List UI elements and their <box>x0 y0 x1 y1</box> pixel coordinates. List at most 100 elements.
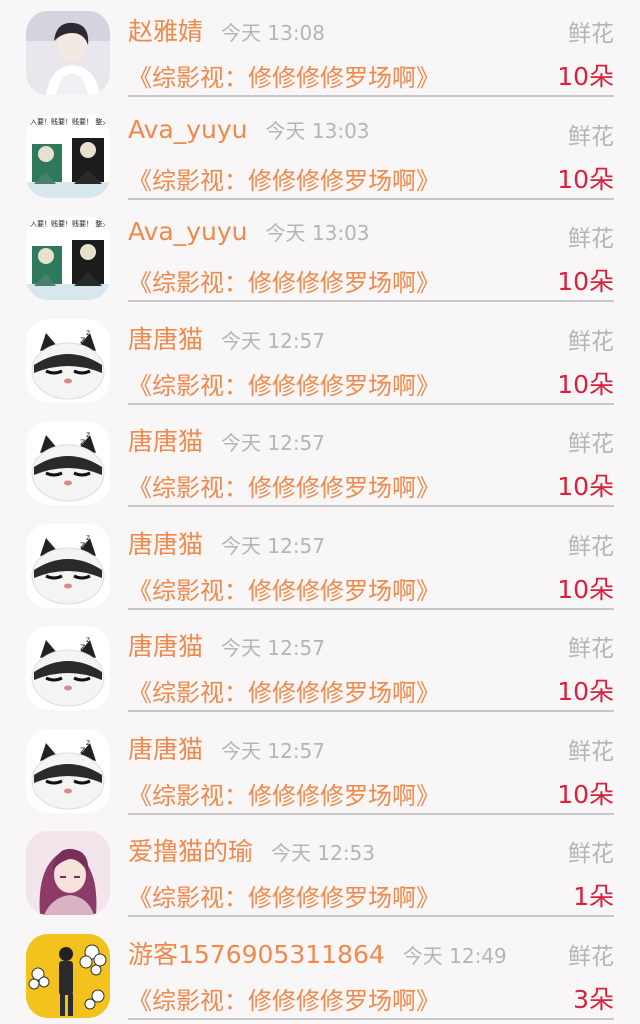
list-item[interactable]: z z 唐唐猫 今天 12:57 鲜花 《综影视：修修修修罗场啊》 10朵 <box>0 410 640 513</box>
list-item-content: 唐唐猫 今天 12:57 鲜花 《综影视：修修修修罗场啊》 10朵 <box>128 410 614 507</box>
list-item[interactable]: 赵雅婧 今天 13:08 鲜花 《综影视：修修修修罗场啊》 10朵 <box>0 0 640 103</box>
avatar[interactable]: z z <box>26 318 110 403</box>
list-item-content: 唐唐猫 今天 12:57 鲜花 《综影视：修修修修罗场啊》 10朵 <box>128 308 614 405</box>
timestamp: 今天 12:57 <box>221 431 326 455</box>
gift-count: 10朵 <box>557 779 614 809</box>
list-item-content: 爱撸猫的瑜 今天 12:53 鲜花 《综影视：修修修修罗场啊》 1朵 <box>128 820 614 917</box>
user-name[interactable]: 唐唐猫 今天 12:57 <box>128 730 325 766</box>
book-title[interactable]: 《综影视：修修修修罗场啊》 <box>128 58 440 93</box>
user-name[interactable]: 唐唐猫 今天 12:57 <box>128 422 325 458</box>
user-name[interactable]: 唐唐猫 今天 12:57 <box>128 627 325 663</box>
portrait-photo-icon <box>26 11 110 95</box>
user-name[interactable]: 赵雅婧 今天 13:08 <box>128 12 325 48</box>
user-name[interactable]: Ava_yuyu 今天 13:03 <box>128 115 370 144</box>
meme-comic-icon: 入要！贱要！贱要！ 整天就知道贱要 <box>26 113 110 198</box>
book-title[interactable]: 《综影视：修修修修罗场啊》 <box>128 161 440 196</box>
list-item[interactable]: z z 唐唐猫 今天 12:57 鲜花 《综影视：修修修修罗场啊》 10朵 <box>0 308 640 411</box>
avatar[interactable]: z z <box>26 626 110 710</box>
gift-type: 鲜花 <box>568 943 614 970</box>
gift-count: 3朵 <box>573 984 614 1014</box>
list-item[interactable]: 入要！贱要！贱要！ 整天就知道贱要 Ava_yuyu今天 13:03 鲜花 《综… <box>0 103 640 206</box>
list-item[interactable]: z z 唐唐猫 今天 12:57 鲜花 《综影视：修修修修罗场啊》 10朵 <box>0 615 640 718</box>
svg-text:z: z <box>86 738 90 747</box>
svg-text:z: z <box>80 540 85 551</box>
list-item[interactable]: 入要！贱要！贱要！ 整天就知道贱要 Ava_yuyu今天 13:03 鲜花 《综… <box>0 205 640 308</box>
gift-count: 10朵 <box>557 369 614 399</box>
anime-girl-icon <box>26 831 110 915</box>
sleepy-cat-icon: z z <box>26 318 110 403</box>
gift-type: 鲜花 <box>568 738 614 765</box>
book-title[interactable]: 《综影视：修修修修罗场啊》 <box>128 878 440 913</box>
timestamp: 今天 13:08 <box>221 21 326 45</box>
gift-type: 鲜花 <box>568 123 614 150</box>
svg-text:z: z <box>80 335 85 346</box>
gift-type: 鲜花 <box>568 21 614 47</box>
sleepy-cat-icon: z z <box>26 421 110 505</box>
book-title[interactable]: 《综影视：修修修修罗场啊》 <box>128 571 440 606</box>
gift-count: 10朵 <box>557 164 614 194</box>
gift-count: 10朵 <box>557 677 614 706</box>
list-item-content: 唐唐猫 今天 12:57 鲜花 《综影视：修修修修罗场啊》 10朵 <box>128 513 614 610</box>
timestamp: 今天 12:57 <box>221 328 326 353</box>
avatar[interactable]: 入要！贱要！贱要！ 整天就知道贱要 <box>26 113 110 198</box>
list-item-content: Ava_yuyu 今天 13:03 鲜花 《综影视：修修修修罗场啊》 10朵 <box>128 205 614 302</box>
meme-comic-icon: 入要！贱要！贱要！ 整天就知道贱要 <box>26 216 110 300</box>
user-name[interactable]: 唐唐猫 今天 12:57 <box>128 320 325 356</box>
gift-count: 10朵 <box>557 62 614 91</box>
gift-type: 鲜花 <box>568 636 614 662</box>
list-item[interactable]: z z 唐唐猫 今天 12:57 鲜花 《综影视：修修修修罗场啊》 10朵 <box>0 718 640 821</box>
list-item-content: 唐唐猫 今天 12:57 鲜花 《综影视：修修修修罗场啊》 10朵 <box>128 615 614 712</box>
svg-text:入要！贱要！贱要！ 整天就知道贱要: 入要！贱要！贱要！ 整天就知道贱要 <box>30 117 110 126</box>
svg-text:z: z <box>80 642 85 653</box>
list-item[interactable]: 爱撸猫的瑜 今天 12:53 鲜花 《综影视：修修修修罗场啊》 1朵 <box>0 820 640 923</box>
list-item[interactable]: z z 唐唐猫 今天 12:57 鲜花 《综影视：修修修修罗场啊》 10朵 <box>0 513 640 616</box>
sleepy-cat-icon: z z <box>26 626 110 710</box>
user-name[interactable]: Ava_yuyu 今天 13:03 <box>128 217 370 246</box>
timestamp: 今天 12:57 <box>221 738 326 763</box>
list-item[interactable]: 游客1576905311864 今天 12:49 鲜花 《综影视：修修修修罗场啊》… <box>0 923 640 1024</box>
avatar[interactable]: 入要！贱要！贱要！ 整天就知道贱要 <box>26 216 110 300</box>
avatar[interactable] <box>26 11 110 95</box>
user-name[interactable]: 唐唐猫 今天 12:57 <box>128 525 325 561</box>
book-title[interactable]: 《综影视：修修修修罗场啊》 <box>128 366 440 401</box>
svg-text:z: z <box>86 430 90 439</box>
svg-text:z: z <box>86 328 90 337</box>
book-title[interactable]: 《综影视：修修修修罗场啊》 <box>128 673 440 708</box>
flower-figure-icon <box>26 933 110 1018</box>
svg-text:z: z <box>80 745 85 756</box>
gift-type: 鲜花 <box>568 226 614 252</box>
gift-type: 鲜花 <box>568 431 614 457</box>
book-title[interactable]: 《综影视：修修修修罗场啊》 <box>128 468 440 503</box>
svg-text:z: z <box>86 635 90 644</box>
gift-count: 10朵 <box>557 267 614 296</box>
flower-gift-list: 赵雅婧 今天 13:08 鲜花 《综影视：修修修修罗场啊》 10朵 入要！贱要！贱… <box>0 0 640 1024</box>
timestamp: 今天 12:57 <box>221 533 326 558</box>
timestamp: 今天 12:57 <box>221 636 326 660</box>
sleepy-cat-icon: z z <box>26 523 110 608</box>
timestamp: 今天 12:49 <box>402 943 507 968</box>
list-item-content: 游客1576905311864 今天 12:49 鲜花 《综影视：修修修修罗场啊》… <box>128 923 614 1020</box>
avatar[interactable] <box>26 933 110 1018</box>
timestamp: 今天 12:53 <box>271 841 376 865</box>
list-item-content: Ava_yuyu 今天 13:03 鲜花 《综影视：修修修修罗场啊》 10朵 <box>128 103 614 200</box>
avatar[interactable]: z z <box>26 421 110 505</box>
user-name[interactable]: 爱撸猫的瑜 今天 12:53 <box>128 832 375 868</box>
gift-count: 10朵 <box>557 472 614 501</box>
avatar[interactable] <box>26 831 110 915</box>
svg-text:z: z <box>80 437 85 448</box>
gift-type: 鲜花 <box>568 328 614 355</box>
list-item-content: 唐唐猫 今天 12:57 鲜花 《综影视：修修修修罗场啊》 10朵 <box>128 718 614 815</box>
book-title[interactable]: 《综影视：修修修修罗场啊》 <box>128 776 440 811</box>
gift-count: 10朵 <box>557 574 614 604</box>
svg-text:z: z <box>86 533 90 542</box>
avatar[interactable]: z z <box>26 523 110 608</box>
avatar[interactable]: z z <box>26 728 110 813</box>
timestamp: 今天 13:03 <box>265 118 370 143</box>
book-title[interactable]: 《综影视：修修修修罗场啊》 <box>128 263 440 298</box>
timestamp: 今天 13:03 <box>265 221 370 245</box>
list-item-content: 赵雅婧 今天 13:08 鲜花 《综影视：修修修修罗场啊》 10朵 <box>128 0 614 97</box>
user-name[interactable]: 游客1576905311864 今天 12:49 <box>128 935 507 971</box>
svg-text:入要！贱要！贱要！ 整天就知道贱要: 入要！贱要！贱要！ 整天就知道贱要 <box>30 219 110 228</box>
book-title[interactable]: 《综影视：修修修修罗场啊》 <box>128 981 440 1016</box>
gift-type: 鲜花 <box>568 533 614 560</box>
